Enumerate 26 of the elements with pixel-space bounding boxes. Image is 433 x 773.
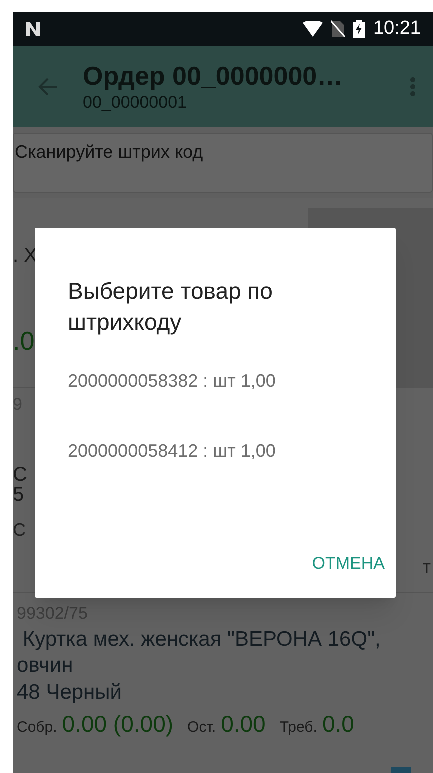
covered-text: 5 [13, 485, 24, 505]
scrollbar-thumb [391, 767, 411, 773]
cancel-button[interactable]: ОТМЕНА [306, 546, 391, 580]
item-name: Куртка мех. женская "ВЕРОНА 16Q", овчин [17, 626, 382, 678]
stat-value: 0.00 (0.00) [62, 710, 174, 739]
stat-value: 0.0 [322, 710, 354, 738]
n-logo-icon [25, 21, 41, 37]
stat-label: Собр. [17, 718, 58, 738]
covered-text: С [13, 521, 26, 539]
back-arrow-icon [38, 76, 58, 96]
scan-field[interactable]: Сканируйте штрих код [13, 133, 433, 193]
covered-text: т [422, 558, 431, 576]
battery-charging-icon [353, 20, 366, 38]
stat-label: Ост. [188, 718, 216, 738]
covered-text: С [13, 465, 28, 485]
covered-text: .0 [13, 328, 35, 354]
barcode-option[interactable]: 2000000058412 : шт 1,00 [68, 438, 363, 465]
clock-time: 10:21 [373, 16, 421, 41]
stat-value: 0.00 [221, 710, 266, 738]
item-size-color: 48 Черный [17, 680, 123, 706]
wifi-icon [303, 21, 324, 37]
barcode-option[interactable]: 2000000058382 : шт 1,00 [68, 368, 363, 395]
no-sim-icon [331, 20, 346, 38]
more-vertical-icon [410, 76, 416, 96]
stat-label: Треб. [280, 718, 318, 738]
dialog-title: Выберите товар по штрихкоду [68, 277, 274, 337]
